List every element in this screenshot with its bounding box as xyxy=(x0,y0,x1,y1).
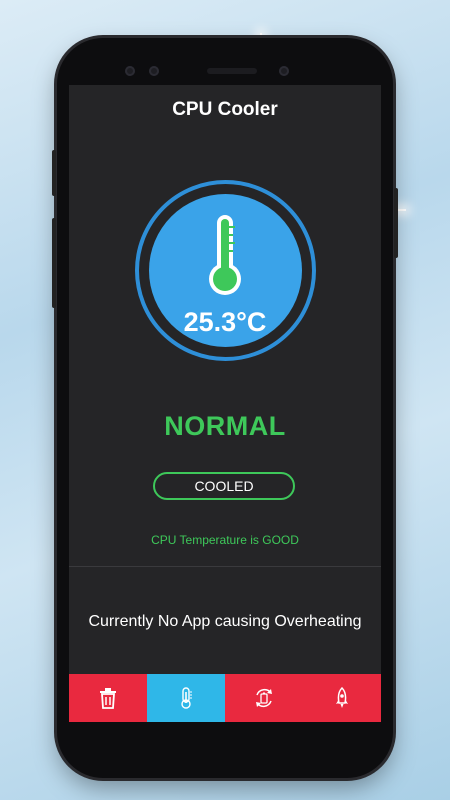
tab-battery-saver[interactable] xyxy=(225,674,303,722)
phone-side-button xyxy=(52,150,56,196)
app-screen: CPU Cooler 25.3°C NORMAL COOLED CPU Temp… xyxy=(69,85,381,722)
divider xyxy=(69,566,381,567)
battery-refresh-icon xyxy=(256,689,272,707)
temperature-value: 25.3°C xyxy=(183,307,267,337)
phone-camera xyxy=(149,66,159,76)
phone-camera xyxy=(125,66,135,76)
status-label: NORMAL xyxy=(164,411,286,441)
phone-side-button xyxy=(52,218,56,308)
thermometer-icon xyxy=(209,215,241,295)
trash-icon xyxy=(100,688,116,709)
tab-phone-booster[interactable] xyxy=(303,674,381,722)
thermometer-icon xyxy=(181,687,192,709)
tab-junk-cleaner[interactable] xyxy=(69,674,147,722)
overheating-apps-message: Currently No App causing Overheating xyxy=(88,613,362,630)
status-message: CPU Temperature is GOOD xyxy=(151,533,299,547)
rocket-icon xyxy=(336,687,348,708)
phone-side-button xyxy=(394,188,398,258)
bottom-tab-bar xyxy=(69,674,381,722)
phone-speaker xyxy=(207,68,257,74)
phone-camera xyxy=(279,66,289,76)
cooled-button[interactable]: COOLED xyxy=(153,472,295,500)
tab-cpu-cooler[interactable] xyxy=(147,674,225,722)
app-title: CPU Cooler xyxy=(172,99,278,120)
